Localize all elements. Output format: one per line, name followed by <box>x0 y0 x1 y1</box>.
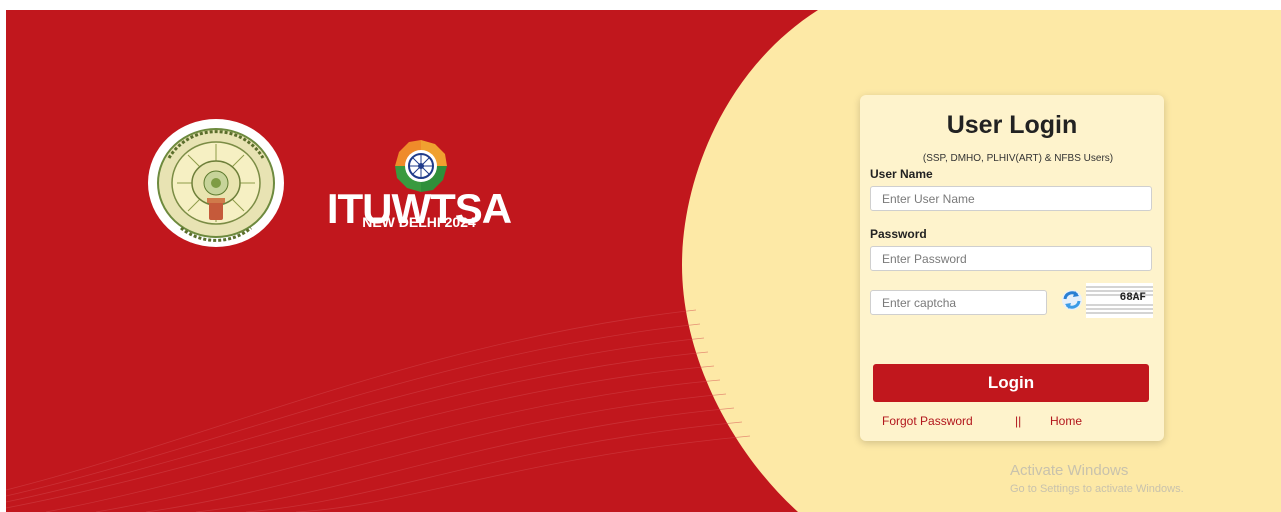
password-input[interactable] <box>870 246 1152 271</box>
login-title: User Login <box>946 111 1078 139</box>
username-input[interactable] <box>870 186 1152 211</box>
captcha-input[interactable] <box>870 290 1047 315</box>
home-link[interactable]: Home <box>1050 414 1082 428</box>
username-label: User Name <box>870 167 933 181</box>
link-separator: || <box>1015 414 1022 428</box>
forgot-password-link[interactable]: Forgot Password <box>882 414 973 428</box>
captcha-image: 68AF <box>1086 283 1153 318</box>
password-label: Password <box>870 227 927 241</box>
refresh-captcha-icon[interactable] <box>1061 289 1083 311</box>
activate-windows-watermark: Activate Windows Go to Settings to activ… <box>1010 462 1184 496</box>
login-subtitle: (SSP, DMHO, PLHIV(ART) & NFBS Users) <box>922 153 1114 164</box>
watermark-line2: Go to Settings to activate Windows. <box>1010 483 1184 495</box>
captcha-code: 68AF <box>1119 292 1146 304</box>
state-emblem-seal-icon <box>148 119 284 247</box>
login-page: ITUWTSA NEW DELHI 2024 User Login (SSP, … <box>6 10 1281 512</box>
login-card: User Login (SSP, DMHO, PLHIV(ART) & NFBS… <box>860 95 1164 441</box>
login-button[interactable]: Login <box>873 364 1149 402</box>
itu-wtsa-subtitle: NEW DELHI 2024 <box>362 214 476 230</box>
watermark-line1: Activate Windows <box>1010 462 1129 479</box>
